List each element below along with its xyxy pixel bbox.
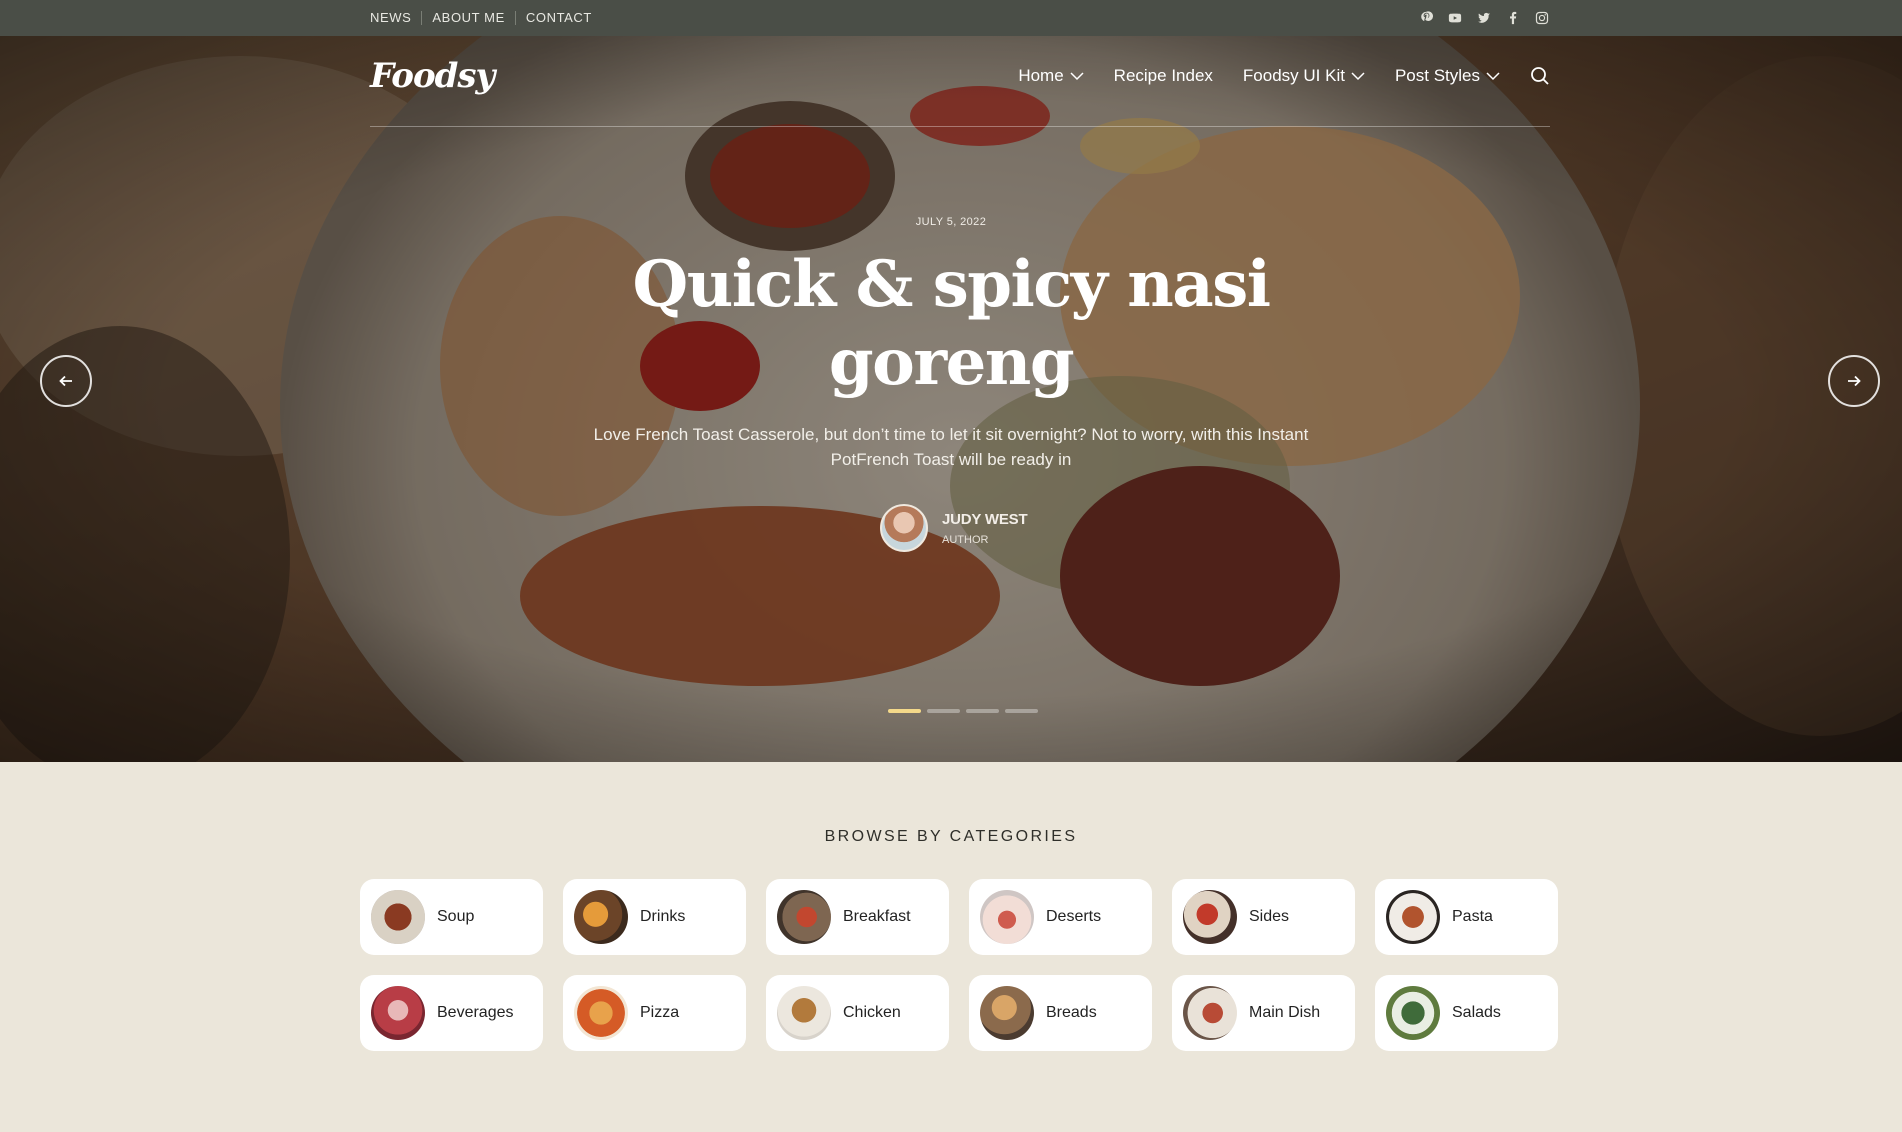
category-breads[interactable]: Breads xyxy=(969,975,1152,1051)
social-links xyxy=(1418,0,1549,36)
top-link-contact[interactable]: CONTACT xyxy=(516,11,602,25)
site-logo[interactable]: Foodsy xyxy=(370,56,495,96)
post-author[interactable]: JUDY WEST AUTHOR xyxy=(880,504,1028,552)
category-label: Beverages xyxy=(437,1004,514,1021)
post-date: JULY 5, 2022 xyxy=(915,216,987,228)
breakfast-thumbnail xyxy=(777,890,831,944)
slider-prev-button[interactable] xyxy=(40,355,92,407)
category-label: Breads xyxy=(1046,1004,1097,1021)
beverages-thumbnail xyxy=(371,986,425,1040)
nav-recipe-index-label: Recipe Index xyxy=(1113,66,1213,85)
slider-dot[interactable] xyxy=(1005,709,1038,713)
facebook-icon[interactable] xyxy=(1505,11,1520,26)
category-pizza[interactable]: Pizza xyxy=(563,975,746,1051)
main-dish-thumbnail xyxy=(1183,986,1237,1040)
search-icon[interactable] xyxy=(1530,66,1550,86)
chevron-down-icon xyxy=(1070,71,1084,81)
breads-thumbnail xyxy=(980,986,1034,1040)
arrow-left-icon xyxy=(59,375,72,387)
nav-post-styles[interactable]: Post Styles xyxy=(1395,66,1500,86)
category-label: Soup xyxy=(437,908,475,925)
category-sides[interactable]: Sides xyxy=(1172,879,1355,955)
slider-pagination xyxy=(888,709,1038,713)
twitter-icon[interactable] xyxy=(1476,11,1491,26)
author-name: JUDY WEST xyxy=(942,510,1028,528)
arrow-right-icon xyxy=(1848,375,1861,387)
chevron-down-icon xyxy=(1486,71,1500,81)
pinterest-icon[interactable] xyxy=(1418,11,1433,26)
category-label: Breakfast xyxy=(843,908,911,925)
category-beverages[interactable]: Beverages xyxy=(360,975,543,1051)
youtube-icon[interactable] xyxy=(1447,11,1462,26)
category-drinks[interactable]: Drinks xyxy=(563,879,746,955)
category-soup[interactable]: Soup xyxy=(360,879,543,955)
site-header: Foodsy Home Recipe Index Foodsy UI Kit P… xyxy=(370,36,1550,126)
nav-foodsy-ui-kit[interactable]: Foodsy UI Kit xyxy=(1243,66,1365,86)
categories-title: BROWSE BY CATEGORIES xyxy=(824,828,1078,845)
category-label: Pizza xyxy=(640,1004,680,1021)
category-salads[interactable]: Salads xyxy=(1375,975,1558,1051)
nav-home[interactable]: Home xyxy=(1018,66,1084,86)
author-role: AUTHOR xyxy=(942,533,989,546)
post-title[interactable]: Quick & spicy nasi goreng xyxy=(551,246,1351,402)
category-label: Drinks xyxy=(640,908,686,925)
category-deserts[interactable]: Deserts xyxy=(969,879,1152,955)
nav-foodsy-ui-kit-label: Foodsy UI Kit xyxy=(1242,66,1345,85)
slider-next-button[interactable] xyxy=(1828,355,1880,407)
deserts-thumbnail xyxy=(980,890,1034,944)
category-label: Salads xyxy=(1452,1004,1501,1021)
soup-thumbnail xyxy=(371,890,425,944)
avatar xyxy=(880,504,928,552)
post-excerpt: Love French Toast Casserole, but don’t t… xyxy=(593,425,1309,469)
top-link-about-me[interactable]: ABOUT ME xyxy=(422,11,514,25)
instagram-icon[interactable] xyxy=(1534,11,1549,26)
chevron-down-icon xyxy=(1351,71,1365,81)
category-label: Deserts xyxy=(1046,908,1102,925)
header-divider xyxy=(370,126,1550,127)
drinks-thumbnail xyxy=(574,890,628,944)
category-chicken[interactable]: Chicken xyxy=(766,975,949,1051)
nav-recipe-index[interactable]: Recipe Index xyxy=(1114,66,1213,86)
slider-dot[interactable] xyxy=(888,709,921,713)
category-label: Main Dish xyxy=(1249,1004,1321,1021)
category-breakfast[interactable]: Breakfast xyxy=(766,879,949,955)
categories-grid: Soup Drinks Breakfast Deserts Sides Past… xyxy=(360,879,1560,1051)
category-main-dish[interactable]: Main Dish xyxy=(1172,975,1355,1051)
top-link-news[interactable]: NEWS xyxy=(370,11,421,25)
slider-dot[interactable] xyxy=(927,709,960,713)
chicken-thumbnail xyxy=(777,986,831,1040)
category-pasta[interactable]: Pasta xyxy=(1375,879,1558,955)
top-nav: NEWS ABOUT ME CONTACT xyxy=(370,0,602,36)
pizza-thumbnail xyxy=(574,986,628,1040)
category-label: Sides xyxy=(1249,908,1290,925)
nav-home-label: Home xyxy=(1018,66,1064,85)
hero-slider: Foodsy Home Recipe Index Foodsy UI Kit P… xyxy=(0,36,1902,762)
pasta-thumbnail xyxy=(1386,890,1440,944)
slider-dot[interactable] xyxy=(966,709,999,713)
salads-thumbnail xyxy=(1386,986,1440,1040)
category-label: Pasta xyxy=(1452,908,1493,925)
sides-thumbnail xyxy=(1183,890,1237,944)
nav-post-styles-label: Post Styles xyxy=(1394,66,1480,85)
top-bar: NEWS ABOUT ME CONTACT xyxy=(0,0,1902,36)
main-nav: Home Recipe Index Foodsy UI Kit Post Sty… xyxy=(988,66,1550,86)
category-label: Chicken xyxy=(843,1004,901,1021)
